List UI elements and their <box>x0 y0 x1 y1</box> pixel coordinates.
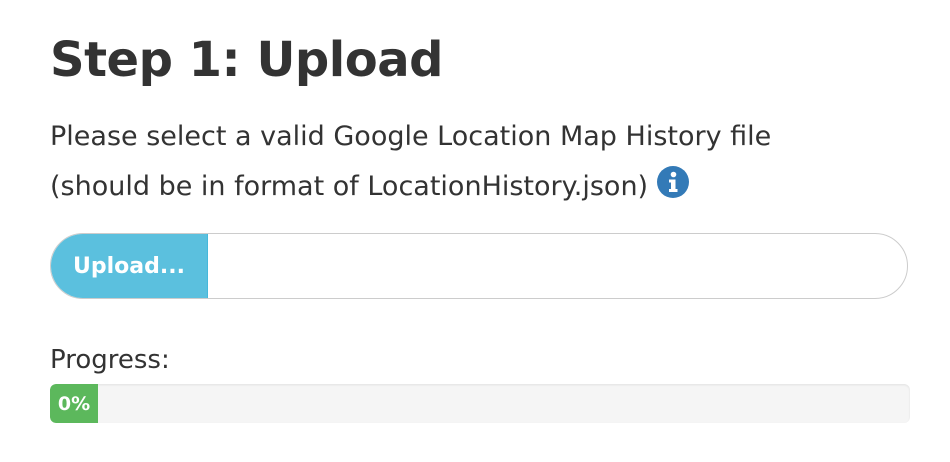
info-circle-icon[interactable] <box>656 165 690 199</box>
file-upload-group: Upload... <box>50 233 908 299</box>
upload-button[interactable]: Upload... <box>51 234 208 298</box>
progress-label: Progress: <box>50 345 170 375</box>
info-circle-icon-graphic <box>657 166 690 198</box>
description-line-2-wrapper: (should be in format of LocationHistory.… <box>50 162 910 212</box>
progress-value-text: 0% <box>57 392 91 415</box>
step-description: Please select a valid Google Location Ma… <box>50 112 910 212</box>
description-line-2: (should be in format of LocationHistory.… <box>50 171 649 202</box>
progress-bar-fill: 0% <box>50 384 98 423</box>
progress-bar-track: 0% <box>50 384 910 423</box>
upload-step-panel: Step 1: Upload Please select a valid Goo… <box>50 20 910 423</box>
step-title: Step 1: Upload <box>50 32 443 88</box>
description-line-1: Please select a valid Google Location Ma… <box>50 121 772 152</box>
file-name-field[interactable] <box>208 234 907 298</box>
